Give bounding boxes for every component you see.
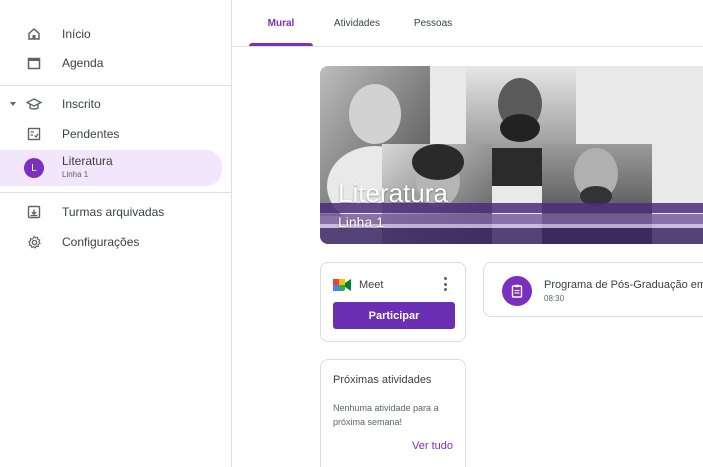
sidebar-item-todo[interactable]: Pendentes bbox=[0, 118, 222, 150]
upcoming-title: Próximas atividades bbox=[333, 374, 432, 386]
sidebar-item-literatura[interactable]: L Literatura Linha 1 bbox=[0, 150, 222, 186]
sidebar-item-label: Configurações bbox=[62, 235, 140, 249]
view-all-link[interactable]: Ver tudo bbox=[412, 440, 453, 452]
sidebar-item-label: Pendentes bbox=[62, 127, 120, 141]
class-title: Literatura bbox=[338, 178, 448, 208]
sidebar-item-label: Literatura bbox=[62, 154, 113, 168]
archive-icon bbox=[26, 204, 42, 220]
sidebar-item-enrolled[interactable]: Inscrito bbox=[0, 88, 222, 120]
meet-icon bbox=[333, 278, 351, 292]
sidebar-item-archived[interactable]: Turmas arquivadas bbox=[0, 196, 222, 228]
calendar-icon bbox=[26, 55, 42, 71]
tab-atividades[interactable]: Atividades bbox=[323, 0, 391, 47]
assignment-icon bbox=[502, 276, 532, 306]
sidebar-item-calendar[interactable]: Agenda bbox=[0, 47, 222, 79]
tab-pessoas[interactable]: Pessoas bbox=[403, 0, 463, 47]
upcoming-empty-message: Nenhuma atividade para a próxima semana! bbox=[333, 403, 439, 427]
class-avatar: L bbox=[24, 158, 44, 178]
meet-title: Meet bbox=[359, 279, 384, 291]
sidebar-item-label: Início bbox=[62, 27, 91, 41]
sidebar-divider bbox=[0, 85, 232, 86]
sidebar: Início Agenda Inscrito Pendentes L Liter… bbox=[0, 0, 232, 467]
enrolled-icon bbox=[26, 96, 42, 112]
announcement-card[interactable]: Programa de Pós-Graduação em 08:30 bbox=[483, 262, 703, 317]
home-icon bbox=[26, 26, 42, 42]
sidebar-item-label: Inscrito bbox=[62, 97, 101, 111]
more-vert-icon[interactable] bbox=[443, 277, 447, 291]
upcoming-card: Próximas atividades Nenhuma atividade pa… bbox=[320, 359, 466, 467]
sidebar-item-home[interactable]: Início bbox=[0, 18, 222, 50]
sidebar-item-label: Agenda bbox=[62, 56, 104, 70]
announcement-title: Programa de Pós-Graduação em bbox=[544, 279, 703, 291]
sidebar-item-label: Turmas arquivadas bbox=[62, 205, 165, 219]
tab-mural[interactable]: Mural bbox=[249, 0, 313, 47]
sidebar-item-sublabel: Linha 1 bbox=[62, 170, 89, 179]
class-banner[interactable]: Literatura Linha 1 bbox=[320, 66, 703, 244]
active-tab-indicator bbox=[249, 43, 313, 46]
announcement-time: 08:30 bbox=[544, 294, 565, 303]
class-section: Linha 1 bbox=[338, 214, 384, 230]
todo-icon bbox=[26, 126, 42, 142]
gear-icon bbox=[26, 234, 42, 250]
class-tabs: Mural Atividades Pessoas bbox=[233, 0, 703, 47]
meet-card: Meet Participar bbox=[320, 262, 466, 342]
sidebar-item-settings[interactable]: Configurações bbox=[0, 226, 222, 258]
sidebar-divider bbox=[0, 192, 232, 193]
join-meet-button[interactable]: Participar bbox=[333, 302, 455, 329]
chevron-down-icon[interactable] bbox=[10, 102, 16, 106]
